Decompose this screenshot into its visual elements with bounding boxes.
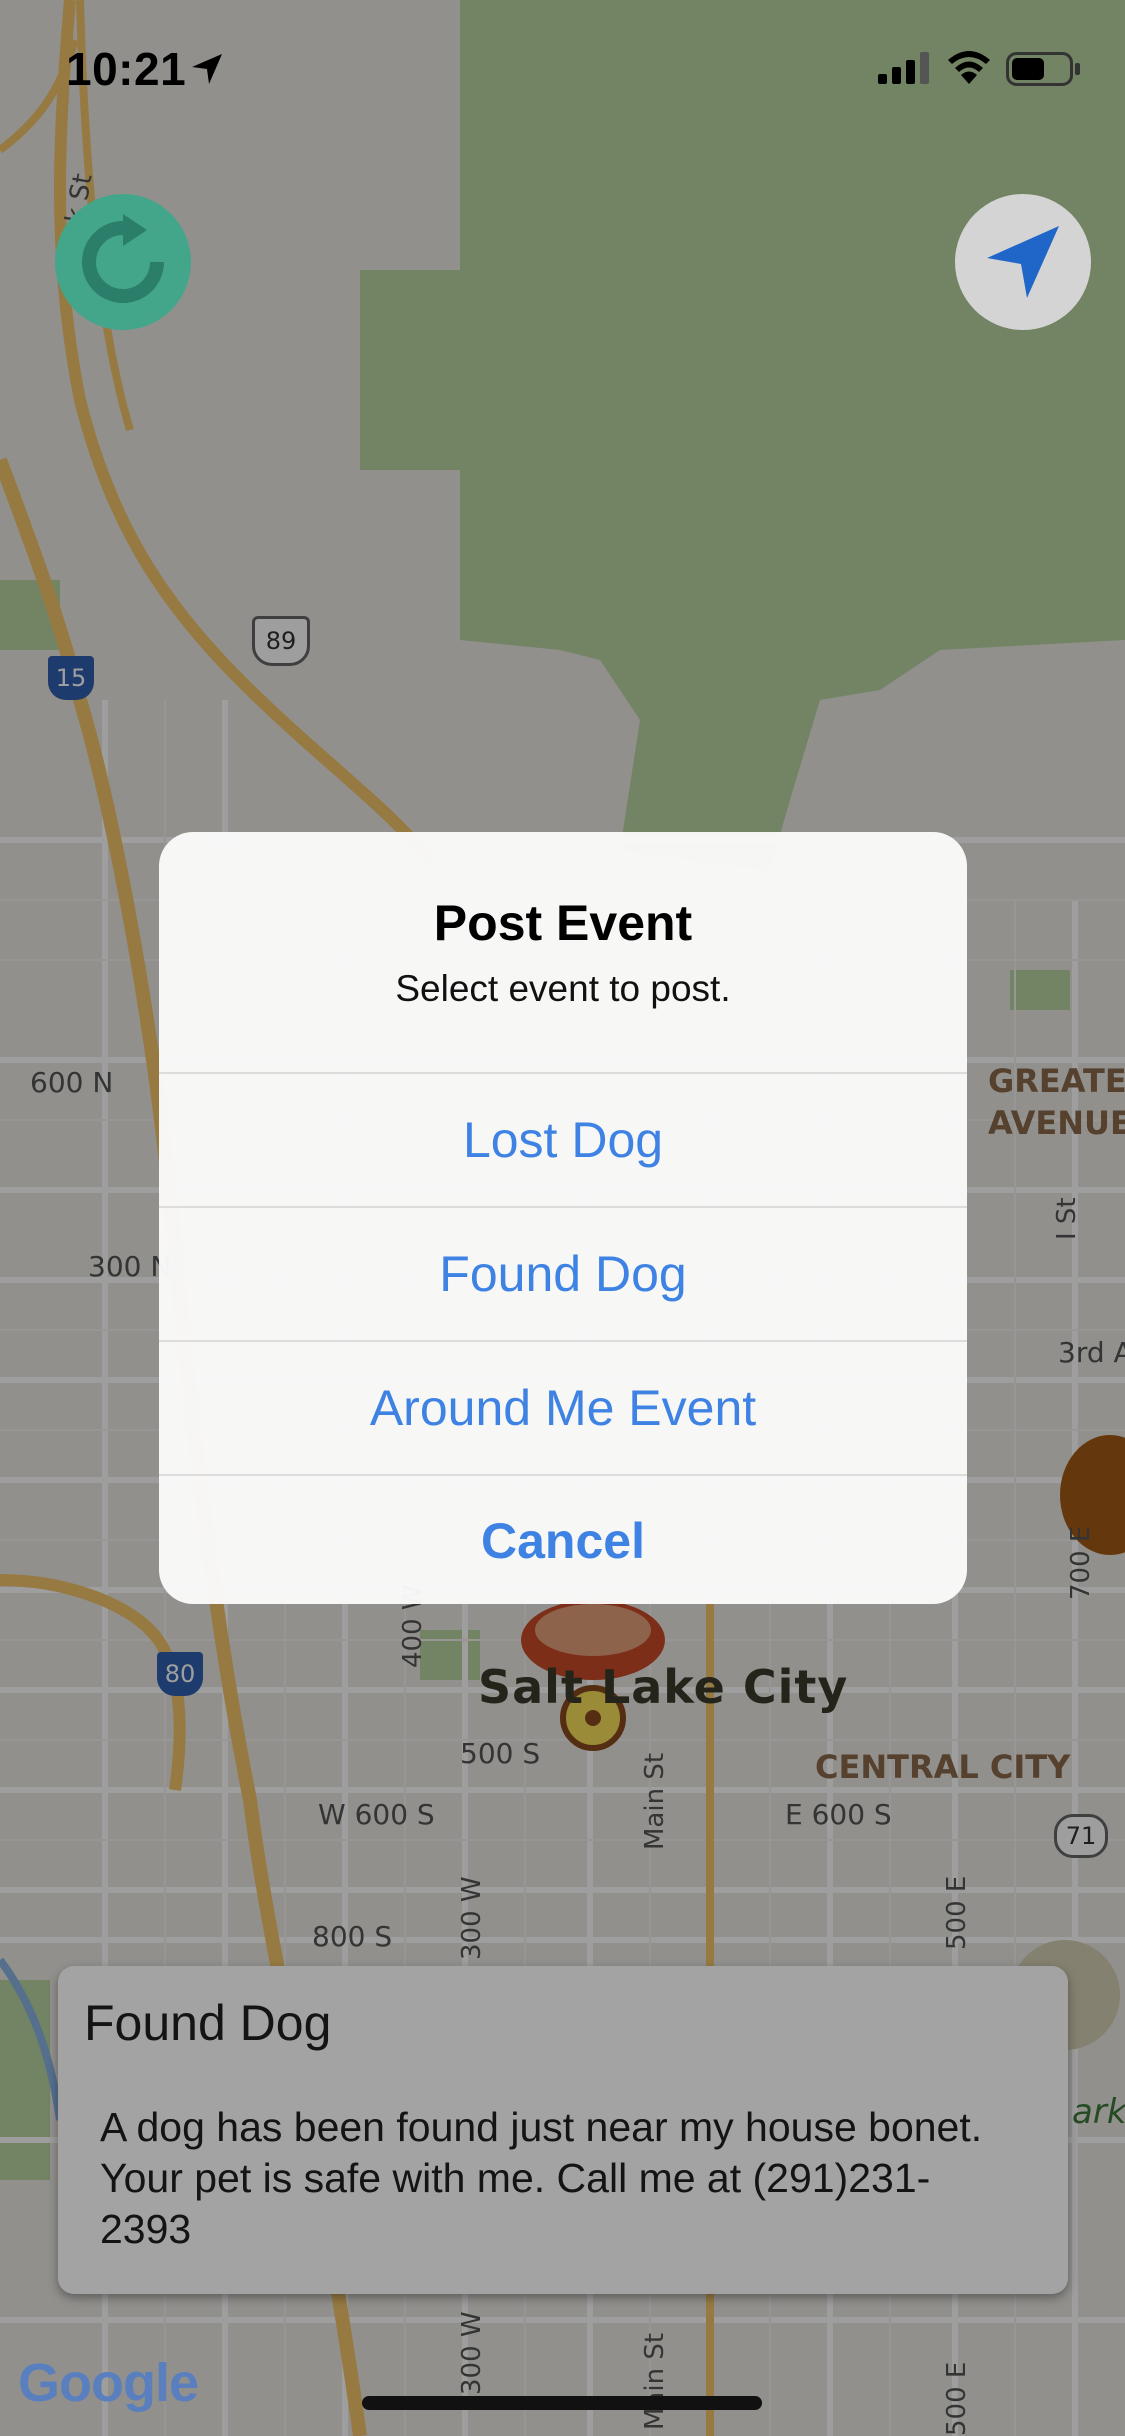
my-location-button[interactable] xyxy=(955,194,1091,330)
wifi-icon xyxy=(948,51,990,84)
refresh-icon xyxy=(82,214,164,303)
home-indicator[interactable] xyxy=(362,2396,762,2410)
google-logo: Google xyxy=(18,2352,199,2414)
event-info-card[interactable]: Found Dog A dog has been found just near… xyxy=(58,1966,1068,2294)
status-bar: 10:21 xyxy=(0,0,1125,132)
found-dog-button[interactable]: Found Dog xyxy=(159,1206,967,1340)
status-time: 10:21 xyxy=(66,43,187,95)
lost-dog-button[interactable]: Lost Dog xyxy=(159,1072,967,1206)
google-logo-text: Google xyxy=(18,2353,199,2413)
cancel-button[interactable]: Cancel xyxy=(159,1474,967,1604)
refresh-button[interactable] xyxy=(55,194,191,330)
event-description: A dog has been found just near my house … xyxy=(100,2104,983,2252)
dialog-header: Post Event Select event to post. xyxy=(159,832,967,1072)
event-title: Found Dog xyxy=(84,1995,332,2051)
dialog-message: Select event to post. xyxy=(395,968,731,1009)
around-me-event-button[interactable]: Around Me Event xyxy=(159,1340,967,1474)
post-event-dialog: Post Event Select event to post. Lost Do… xyxy=(159,832,967,1604)
cellular-signal-icon xyxy=(878,52,929,84)
navigation-arrow-icon xyxy=(987,226,1059,298)
dialog-title: Post Event xyxy=(433,895,693,951)
battery-icon xyxy=(1006,52,1080,86)
location-arrow-icon xyxy=(192,54,222,84)
